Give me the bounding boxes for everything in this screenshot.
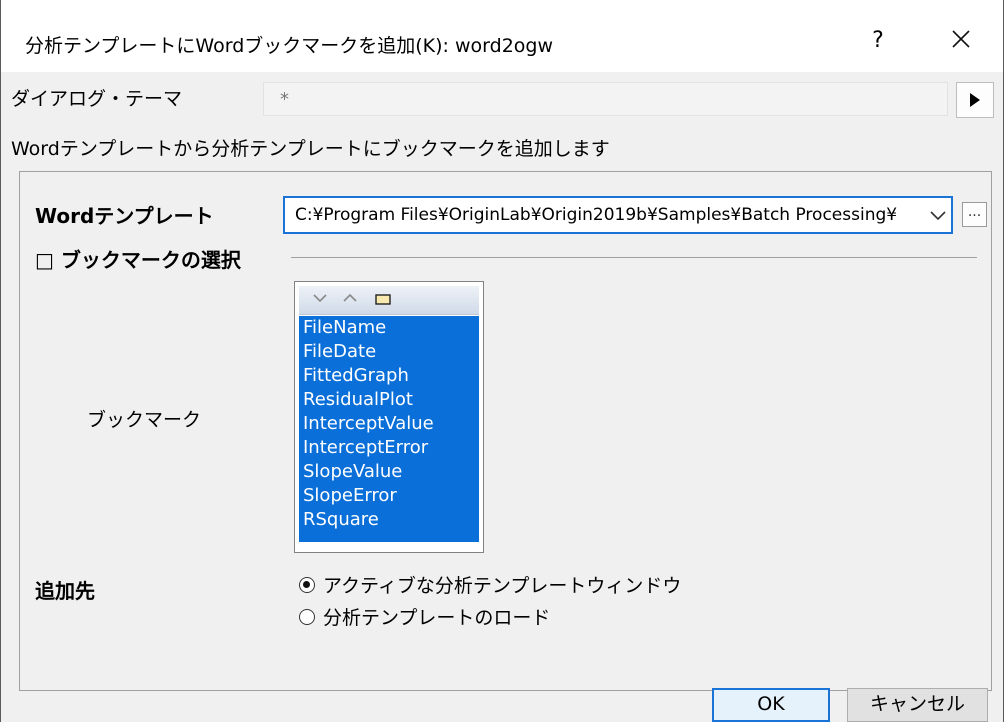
theme-menu-button[interactable] — [956, 82, 994, 118]
ok-button[interactable]: OK — [712, 688, 830, 722]
word-template-label: Wordテンプレート — [35, 204, 214, 228]
triangle-right-icon — [970, 93, 980, 107]
list-item[interactable]: FileName — [299, 316, 479, 340]
bookmark-list-label: ブックマーク — [87, 409, 202, 431]
chevron-down-icon[interactable] — [929, 208, 947, 222]
dialog-theme-field[interactable]: * — [263, 82, 948, 116]
radio-label: 分析テンプレートのロード — [323, 607, 551, 629]
radio-label: アクティブな分析テンプレートウィンドウ — [323, 575, 682, 597]
chevron-up-icon[interactable] — [343, 292, 357, 304]
dialog-theme-value: * — [280, 89, 289, 110]
cancel-button[interactable]: キャンセル — [847, 688, 988, 722]
help-button[interactable]: ? — [863, 26, 893, 56]
list-item[interactable]: ResidualPlot — [299, 388, 479, 412]
list-item[interactable]: FittedGraph — [299, 364, 479, 388]
dialog-description: Wordテンプレートから分析テンプレートにブックマークを追加します — [11, 138, 610, 160]
title-bar: 分析テンプレートにWordブックマークを追加(K): word2ogw ? — [1, 0, 1003, 72]
browse-button[interactable]: ... — [962, 202, 987, 227]
list-item[interactable]: SlopeError — [299, 484, 479, 508]
dialog-theme-label: ダイアログ・テーマ — [11, 88, 183, 110]
close-icon — [952, 30, 970, 48]
dialog-window: 分析テンプレートにWordブックマークを追加(K): word2ogw ? ダイ… — [0, 0, 1004, 722]
word-template-combobox[interactable]: C:¥Program Files¥OriginLab¥Origin2019b¥S… — [283, 196, 953, 234]
list-item[interactable]: RSquare — [299, 508, 479, 532]
list-item[interactable]: InterceptError — [299, 436, 479, 460]
bookmark-items: FileName FileDate FittedGraph ResidualPlot I… — [299, 316, 479, 542]
list-item[interactable]: InterceptValue — [299, 412, 479, 436]
window-title: 分析テンプレートにWordブックマークを追加(K): word2ogw — [25, 35, 554, 57]
bookmark-listbox[interactable]: FileName FileDate FittedGraph ResidualPlot I… — [294, 281, 484, 553]
close-button[interactable] — [939, 24, 983, 58]
radio-button-checked[interactable] — [299, 576, 315, 593]
list-item[interactable]: FileDate — [299, 340, 479, 364]
section-divider — [291, 257, 977, 258]
radio-button-unchecked[interactable] — [299, 608, 315, 625]
listbox-header — [299, 286, 479, 315]
word-template-path: C:¥Program Files¥OriginLab¥Origin2019b¥S… — [295, 205, 898, 225]
chevron-down-icon[interactable] — [313, 292, 327, 304]
list-item[interactable]: SlopeValue — [299, 460, 479, 484]
bookmark-section-toggle[interactable]: □ ブックマークの選択 — [35, 244, 249, 273]
radio-active-template[interactable]: アクティブな分析テンプレートウィンドウ — [299, 571, 681, 598]
destination-label: 追加先 — [35, 579, 95, 603]
select-all-icon[interactable] — [375, 294, 391, 305]
radio-load-template[interactable]: 分析テンプレートのロード — [299, 603, 550, 630]
